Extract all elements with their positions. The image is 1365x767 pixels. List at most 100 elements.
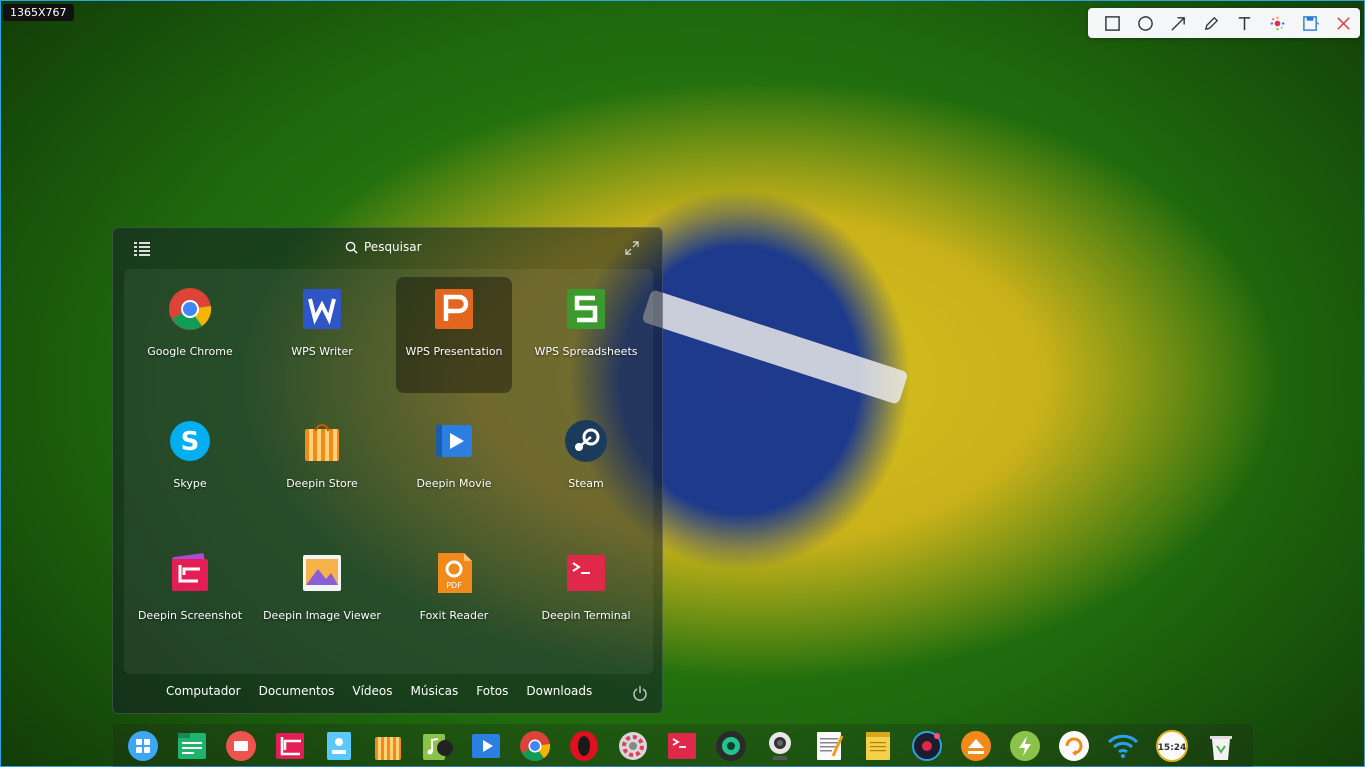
place-videos[interactable]: Vídeos xyxy=(352,684,392,698)
power-icon[interactable] xyxy=(632,685,648,701)
size-badge: 1365X767 xyxy=(3,4,74,21)
app-label: Deepin Image Viewer xyxy=(263,609,381,622)
dock-clock[interactable]: 15:24 xyxy=(1156,730,1188,762)
text-icon xyxy=(1238,16,1251,30)
dock-launcher[interactable] xyxy=(127,730,159,762)
trash-icon xyxy=(1210,736,1232,760)
arrow-icon xyxy=(1171,16,1185,31)
app-label: Deepin Store xyxy=(286,477,358,490)
app-label: Steam xyxy=(568,477,604,490)
circle-icon xyxy=(1138,15,1153,31)
dock-file-manager[interactable] xyxy=(176,730,208,762)
color-dots-icon xyxy=(1270,16,1285,30)
app-deepin-movie[interactable]: Deepin Movie xyxy=(396,409,512,525)
app-launcher: Pesquisar Google Chrome WPS Writer WPS P… xyxy=(112,227,663,714)
app-label: WPS Writer xyxy=(291,345,353,358)
dock: 15:24 xyxy=(113,724,1253,767)
fullscreen-icon[interactable] xyxy=(625,241,639,255)
wallpaper-stripe xyxy=(641,289,909,405)
webcam-icon xyxy=(716,731,746,761)
file-manager-icon xyxy=(178,733,206,759)
wps-spreadsheets-icon xyxy=(567,289,605,329)
dock-music[interactable] xyxy=(421,730,453,762)
text-tool[interactable] xyxy=(1228,8,1261,38)
clock-text: 15:24 xyxy=(1158,743,1187,753)
search-bar[interactable]: Pesquisar xyxy=(345,240,422,254)
app-wps-spreadsheets[interactable]: WPS Spreadsheets xyxy=(528,277,644,393)
app-label: Deepin Terminal xyxy=(541,609,631,622)
dock-wifi[interactable] xyxy=(1107,730,1139,762)
dock-chrome[interactable] xyxy=(519,730,551,762)
color-tool[interactable] xyxy=(1261,8,1294,38)
place-documentos[interactable]: Documentos xyxy=(259,684,335,698)
steam-icon xyxy=(565,420,607,462)
dock-power[interactable] xyxy=(1009,730,1041,762)
app-steam[interactable]: Steam xyxy=(528,409,644,525)
opera-icon xyxy=(570,731,598,761)
square-icon xyxy=(1105,15,1120,31)
dock-screenshot[interactable] xyxy=(274,730,306,762)
dock-cheese[interactable] xyxy=(764,730,796,762)
settings-icon xyxy=(619,732,647,760)
dock-webcam[interactable] xyxy=(715,730,747,762)
place-musicas[interactable]: Músicas xyxy=(411,684,459,698)
dock-opera[interactable] xyxy=(568,730,600,762)
app-google-chrome[interactable]: Google Chrome xyxy=(132,277,248,393)
backup-icon xyxy=(1059,731,1089,761)
places-bar: Computador Documentos Vídeos Músicas Fot… xyxy=(166,684,610,698)
pencil-icon xyxy=(1204,16,1219,30)
dock-text-editor[interactable] xyxy=(813,730,845,762)
arrow-tool[interactable] xyxy=(1162,8,1195,38)
pencil-tool[interactable] xyxy=(1195,8,1228,38)
dock-settings[interactable] xyxy=(617,730,649,762)
store-icon xyxy=(375,737,401,760)
app-deepin-terminal[interactable]: Deepin Terminal xyxy=(528,541,644,657)
place-computador[interactable]: Computador xyxy=(166,684,241,698)
svg-text:PDF: PDF xyxy=(446,581,462,590)
app-deepin-screenshot[interactable]: Deepin Screenshot xyxy=(132,541,248,657)
eject-icon xyxy=(961,731,991,761)
recorder-icon xyxy=(912,731,942,761)
app-foxit-reader[interactable]: PDF Foxit Reader xyxy=(396,541,512,657)
dock-recorder[interactable] xyxy=(911,730,943,762)
movie-icon xyxy=(436,425,472,457)
app-skype[interactable]: S Skype xyxy=(132,409,248,525)
foxit-icon: PDF xyxy=(438,553,472,593)
place-fotos[interactable]: Fotos xyxy=(476,684,508,698)
search-placeholder: Pesquisar xyxy=(364,240,422,254)
app-deepin-image-viewer[interactable]: Deepin Image Viewer xyxy=(263,541,381,657)
app-label: Foxit Reader xyxy=(419,609,489,622)
text-editor-icon xyxy=(817,732,844,760)
ellipse-tool[interactable] xyxy=(1129,8,1162,38)
dock-slides[interactable] xyxy=(225,730,257,762)
dock-movie[interactable] xyxy=(470,730,502,762)
close-tool[interactable] xyxy=(1327,8,1360,38)
app-wps-presentation[interactable]: WPS Presentation xyxy=(396,277,512,393)
close-icon xyxy=(1337,16,1350,30)
rectangle-tool[interactable] xyxy=(1096,8,1129,38)
app-wps-writer[interactable]: WPS Writer xyxy=(264,277,380,393)
app-deepin-store[interactable]: Deepin Store xyxy=(264,409,380,525)
dock-terminal[interactable] xyxy=(666,730,698,762)
dock-notes[interactable] xyxy=(862,730,894,762)
svg-text:S: S xyxy=(181,427,200,457)
category-view-icon[interactable] xyxy=(133,240,151,258)
app-label: Google Chrome xyxy=(147,345,233,358)
save-tool[interactable] xyxy=(1294,8,1327,38)
dock-eject[interactable] xyxy=(960,730,992,762)
app-label: WPS Spreadsheets xyxy=(534,345,638,358)
launcher-icon xyxy=(128,731,158,761)
dock-store[interactable] xyxy=(372,730,404,762)
image-viewer-icon xyxy=(303,555,341,591)
chrome-icon xyxy=(520,731,551,761)
cheese-icon xyxy=(769,732,791,760)
terminal-icon xyxy=(567,555,605,591)
app-label: Deepin Movie xyxy=(416,477,492,490)
movie-icon xyxy=(472,734,500,758)
screenshot-icon xyxy=(276,733,304,759)
dock-image-viewer[interactable] xyxy=(323,730,355,762)
dock-backup[interactable] xyxy=(1058,730,1090,762)
place-downloads[interactable]: Downloads xyxy=(526,684,592,698)
dock-trash[interactable] xyxy=(1205,730,1237,762)
image-viewer-icon xyxy=(327,732,351,760)
